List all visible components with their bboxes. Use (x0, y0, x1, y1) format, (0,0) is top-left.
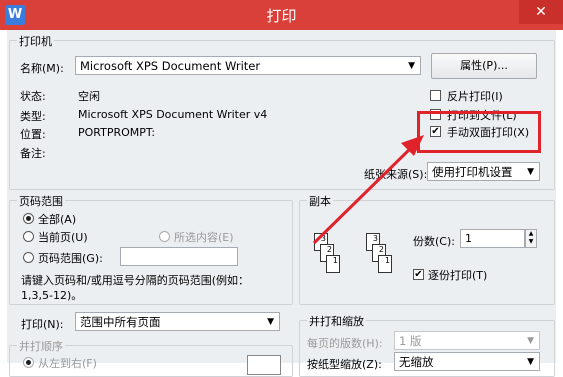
annotation-arrow-icon (312, 135, 424, 245)
